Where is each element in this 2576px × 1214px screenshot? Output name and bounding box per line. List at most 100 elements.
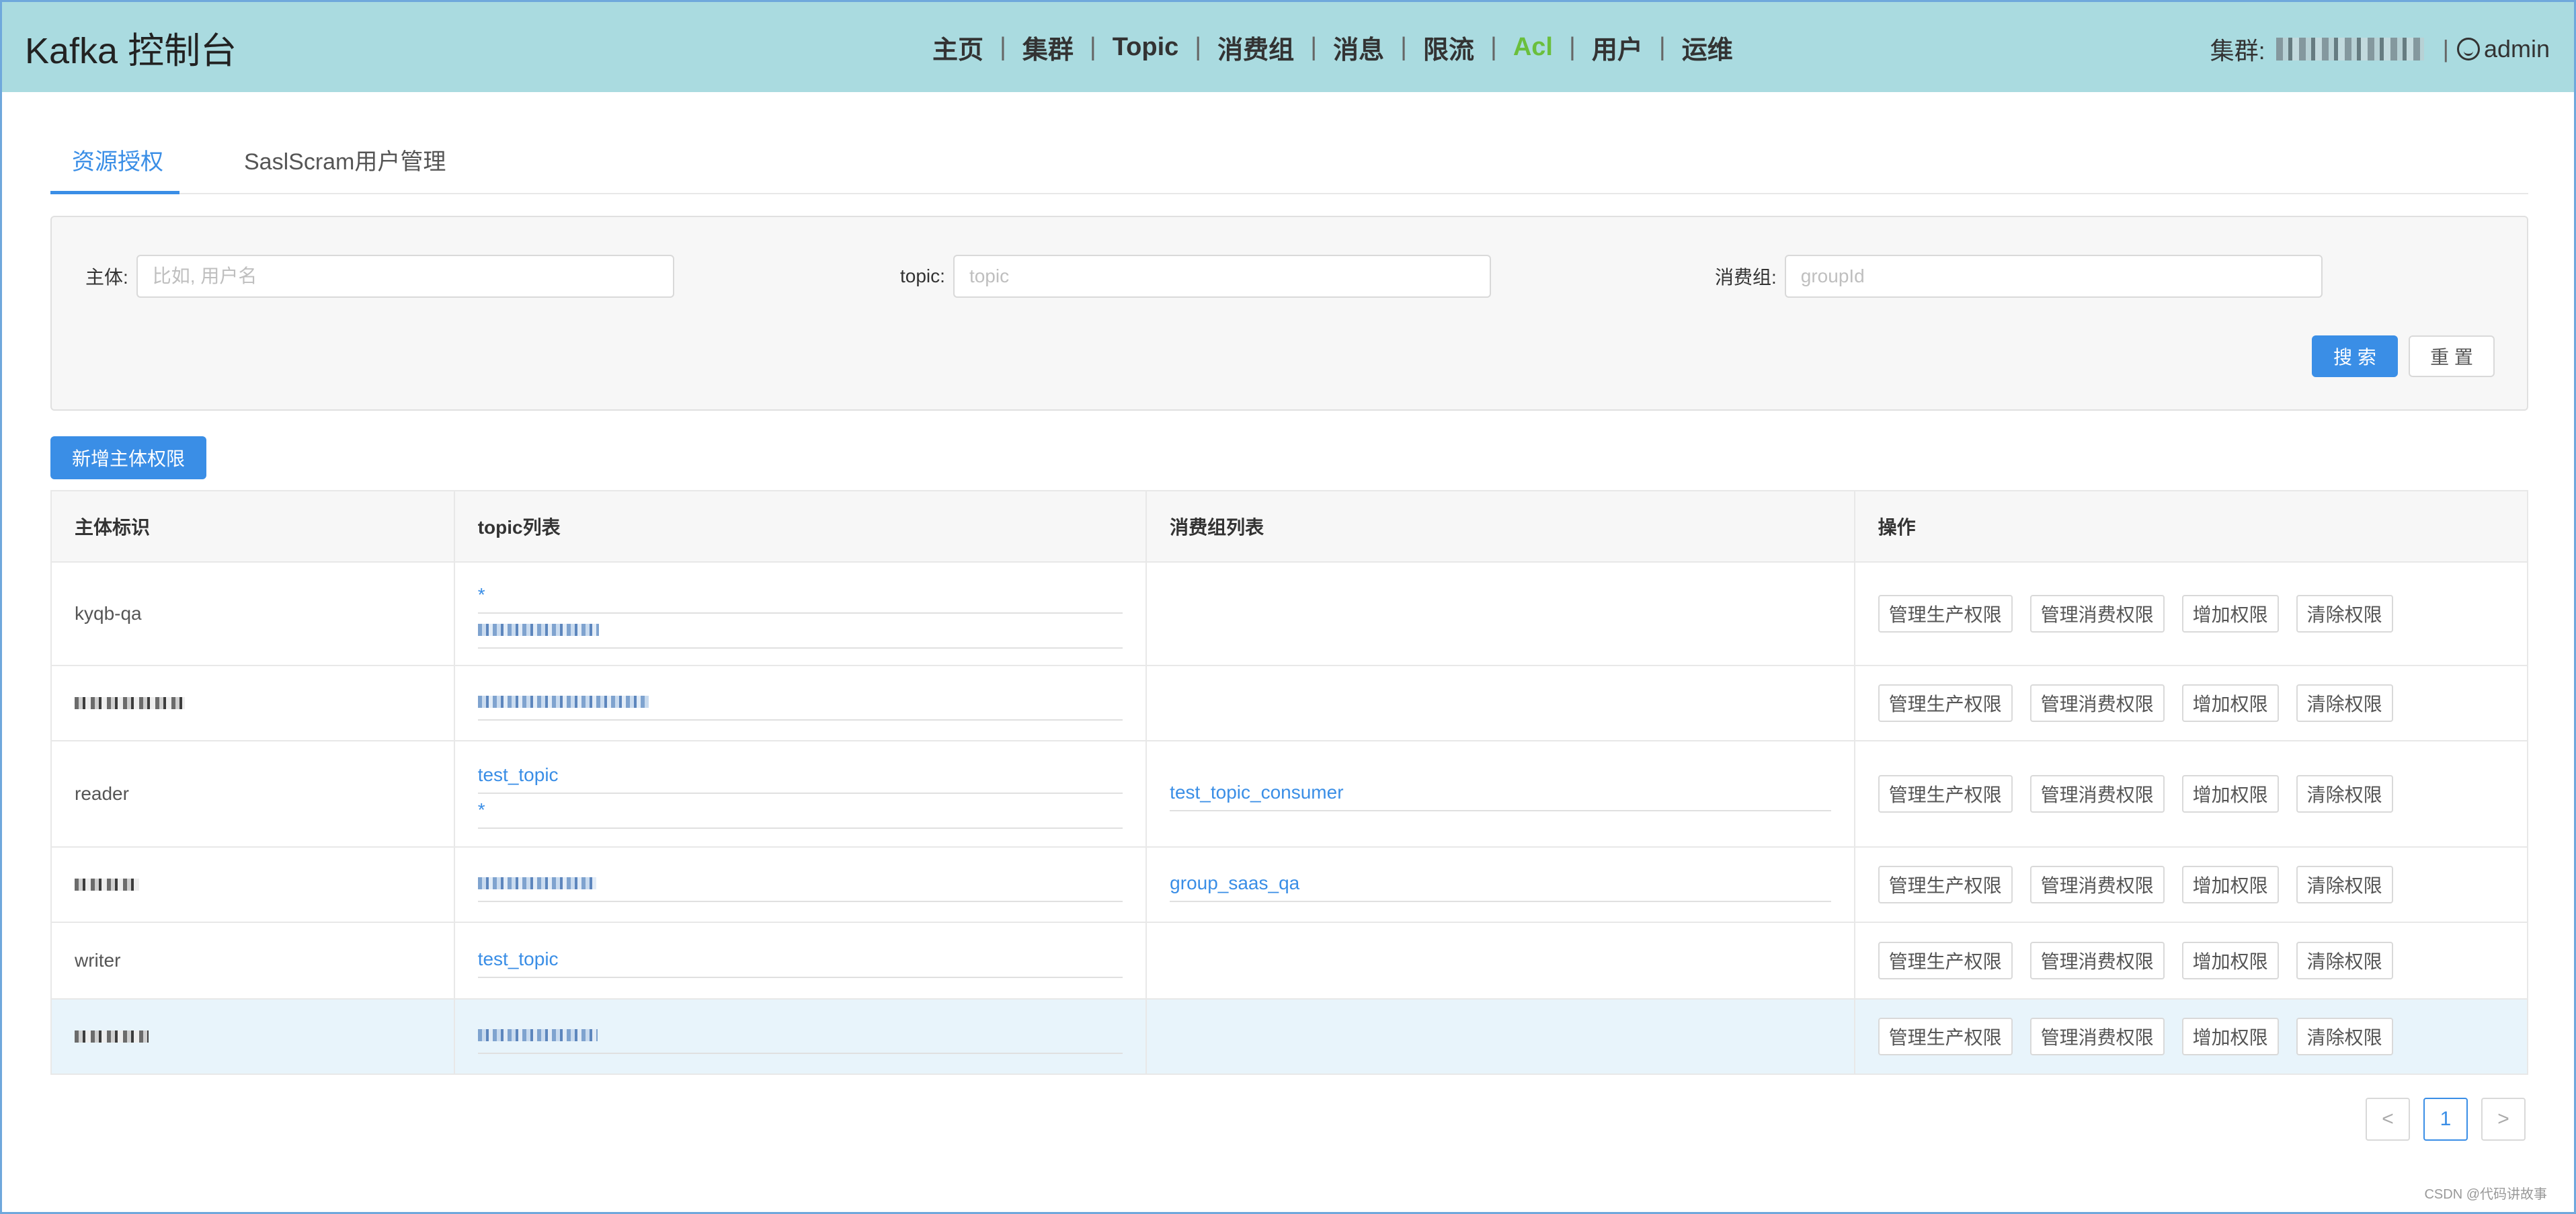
cluster-name-redacted[interactable]	[2276, 38, 2424, 60]
username[interactable]: admin	[2484, 35, 2550, 63]
topic-link[interactable]: test_topic	[477, 759, 1123, 794]
prev-page-button[interactable]: <	[2366, 1098, 2410, 1141]
nav-item-throttle[interactable]: 限流	[1423, 29, 1474, 66]
page-number-button[interactable]: 1	[2423, 1098, 2468, 1141]
principal-input[interactable]	[136, 255, 674, 298]
clear-permission-button[interactable]: 清除权限	[2296, 684, 2393, 722]
add-permission-button[interactable]: 增加权限	[2181, 684, 2279, 722]
clear-permission-button[interactable]: 清除权限	[2296, 942, 2393, 979]
add-permission-button[interactable]: 增加权限	[2181, 595, 2279, 633]
groups-cell: group_saas_qa	[1146, 847, 1855, 923]
search-button[interactable]: 搜 索	[2312, 335, 2398, 377]
nav-item-message[interactable]: 消息	[1333, 29, 1384, 66]
group-link[interactable]: group_saas_qa	[1170, 867, 1831, 902]
topic-label: topic:	[900, 266, 945, 286]
topic-input[interactable]	[953, 255, 1491, 298]
tab-saslscram-users[interactable]: SaslScram用户管理	[244, 143, 446, 176]
manage-consume-button[interactable]: 管理消费权限	[2029, 595, 2165, 633]
nav-separator: |	[1000, 33, 1006, 61]
manage-produce-button[interactable]: 管理生产权限	[1878, 684, 2013, 722]
add-permission-button[interactable]: 增加权限	[2181, 942, 2279, 979]
clear-permission-button[interactable]: 清除权限	[2296, 1018, 2393, 1055]
principal-cell-redacted	[51, 999, 455, 1075]
topic-link-redacted[interactable]	[477, 1019, 1123, 1054]
tab-active-indicator	[50, 191, 179, 194]
topics-cell: test_topic *	[454, 741, 1148, 848]
manage-produce-button[interactable]: 管理生产权限	[1878, 1018, 2013, 1055]
topic-link[interactable]: test_topic	[477, 943, 1123, 978]
group-label: 消费组:	[1715, 267, 1777, 288]
table-row: 管理生产权限 管理消费权限 增加权限 清除权限	[51, 999, 2529, 1075]
manage-consume-button[interactable]: 管理消费权限	[2029, 1018, 2165, 1055]
manage-consume-button[interactable]: 管理消费权限	[2029, 866, 2165, 903]
manage-consume-button[interactable]: 管理消费权限	[2029, 684, 2165, 722]
manage-produce-button[interactable]: 管理生产权限	[1878, 866, 2013, 903]
actions-cell: 管理生产权限 管理消费权限 增加权限 清除权限	[1854, 562, 2529, 666]
column-header-actions: 操作	[1854, 491, 2529, 563]
manage-produce-button[interactable]: 管理生产权限	[1878, 595, 2013, 633]
group-link[interactable]: test_topic_consumer	[1170, 776, 1831, 811]
principal-cell-redacted	[51, 847, 455, 923]
nav-item-ops[interactable]: 运维	[1682, 29, 1733, 66]
table-row: reader test_topic * test_topic_consumer …	[51, 741, 2529, 848]
table-row: writer test_topic 管理生产权限 管理消费权限 增加权限 清除权限	[51, 922, 2529, 1000]
groups-cell	[1146, 922, 1855, 1000]
topic-link-redacted[interactable]	[477, 614, 1123, 649]
cluster-label: 集群:	[2210, 37, 2265, 65]
principal-label: 主体:	[85, 267, 128, 288]
groups-cell	[1146, 562, 1855, 666]
nav-item-acl[interactable]: Acl	[1513, 33, 1553, 62]
add-permission-button[interactable]: 增加权限	[2181, 775, 2279, 813]
add-permission-button[interactable]: 增加权限	[2181, 866, 2279, 903]
clear-permission-button[interactable]: 清除权限	[2296, 775, 2393, 813]
manage-consume-button[interactable]: 管理消费权限	[2029, 942, 2165, 979]
nav-item-consumer-group[interactable]: 消费组	[1217, 29, 1294, 66]
main-nav: 主页 | 集群 | Topic | 消费组 | 消息 | 限流 | Acl | …	[932, 29, 1733, 66]
groups-cell	[1146, 665, 1855, 741]
group-input[interactable]	[1784, 255, 2323, 298]
add-principal-permission-button[interactable]: 新增主体权限	[50, 436, 206, 479]
cluster-info: 集群: | admin	[2210, 32, 2550, 67]
brand-title: Kafka 控制台	[25, 31, 237, 71]
manage-produce-button[interactable]: 管理生产权限	[1878, 775, 2013, 813]
table-header-row: 主体标识 topic列表 消费组列表 操作	[51, 491, 2529, 563]
clear-permission-button[interactable]: 清除权限	[2296, 595, 2393, 633]
actions-cell: 管理生产权限 管理消费权限 增加权限 清除权限	[1854, 847, 2529, 923]
tab-resource-auth[interactable]: 资源授权	[72, 143, 163, 176]
add-permission-button[interactable]: 增加权限	[2181, 1018, 2279, 1055]
topics-cell	[454, 999, 1148, 1075]
pagination: < 1 >	[2352, 1098, 2526, 1141]
topic-link-redacted[interactable]	[477, 867, 1123, 902]
nav-item-cluster[interactable]: 集群	[1022, 29, 1074, 66]
nav-item-user[interactable]: 用户	[1592, 29, 1643, 66]
nav-separator: |	[1490, 33, 1497, 61]
top-header: Kafka 控制台 主页 | 集群 | Topic | 消费组 | 消息 | 限…	[2, 2, 2574, 92]
actions-cell: 管理生产权限 管理消费权限 增加权限 清除权限	[1854, 999, 2529, 1075]
nav-separator: |	[1310, 33, 1318, 61]
reset-button[interactable]: 重 置	[2409, 335, 2495, 377]
watermark: CSDN @代码讲故事	[2424, 1187, 2547, 1202]
actions-cell: 管理生产权限 管理消费权限 增加权限 清除权限	[1854, 741, 2529, 848]
manage-produce-button[interactable]: 管理生产权限	[1878, 942, 2013, 979]
principal-cell: reader	[51, 741, 455, 848]
user-smile-icon[interactable]	[2456, 38, 2480, 60]
topic-link[interactable]: *	[477, 794, 1123, 829]
nav-separator: |	[1568, 33, 1576, 61]
column-header-groups: 消费组列表	[1146, 491, 1855, 563]
principal-cell-redacted	[51, 665, 455, 741]
topic-link[interactable]: *	[477, 579, 1123, 614]
clear-permission-button[interactable]: 清除权限	[2296, 866, 2393, 903]
table-row: group_saas_qa 管理生产权限 管理消费权限 增加权限 清除权限	[51, 847, 2529, 923]
topic-link-redacted[interactable]	[477, 686, 1123, 721]
nav-item-home[interactable]: 主页	[932, 29, 983, 66]
column-header-principal: 主体标识	[51, 491, 455, 563]
tab-bar: 资源授权 SaslScram用户管理	[50, 134, 2528, 194]
next-page-button[interactable]: >	[2481, 1098, 2526, 1141]
topic-field: topic:	[900, 255, 1491, 298]
nav-separator: |	[1089, 33, 1096, 61]
topics-cell	[454, 847, 1148, 923]
nav-item-topic[interactable]: Topic	[1113, 33, 1179, 62]
manage-consume-button[interactable]: 管理消费权限	[2029, 775, 2165, 813]
topics-cell: test_topic	[454, 922, 1148, 1000]
nav-separator: |	[1195, 33, 1202, 61]
